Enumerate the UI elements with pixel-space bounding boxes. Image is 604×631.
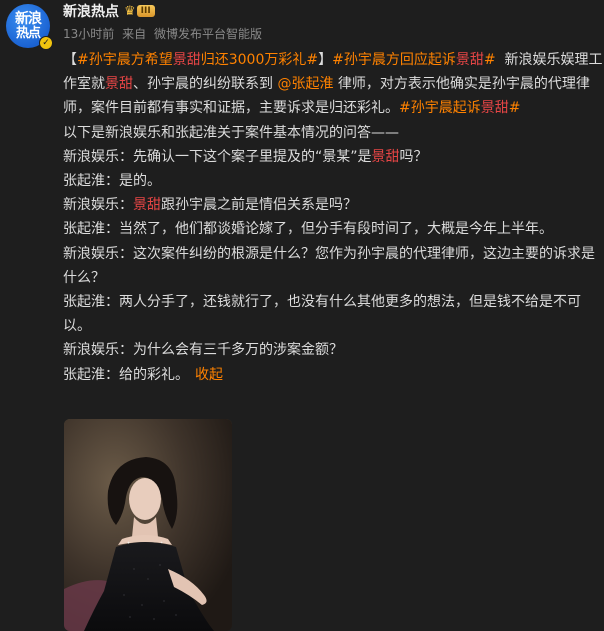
body-text: 、孙宇晨的纠纷联系到 [133, 76, 273, 93]
post-time[interactable]: 13小时前 [63, 27, 114, 41]
keyword-highlight: 景甜 [480, 100, 509, 117]
avatar-text-2: 热点 [15, 26, 41, 41]
body-text: 新浪娱乐：先确认一下这个案子里提及的“景某”是 [63, 148, 372, 165]
qa-answer-1: 张起淮：是的。 [63, 173, 161, 190]
body-text: 张起淮：给的彩礼。 [63, 366, 189, 383]
body-text: 跟孙宇晨之前是情侣关系是吗？ [161, 197, 357, 214]
qa-answer-4: 张起淮：给的彩礼。 收起 [63, 363, 603, 387]
topic-tag-text: # [483, 52, 496, 68]
bracket-open: 【 [63, 52, 77, 68]
keyword-highlight: 景甜 [455, 52, 484, 68]
post-image-illustration [64, 419, 232, 631]
keyword-highlight[interactable]: 景甜 [372, 149, 400, 165]
topic-tag-text: #孙宇晨起诉 [399, 100, 481, 117]
topic-tag-3[interactable]: #孙宇晨起诉景甜# [399, 100, 520, 116]
topic-tag-text: # [508, 100, 521, 117]
topic-tag-text: 归还3000万彩礼# [200, 52, 319, 68]
avatar-text-1: 新浪 [15, 11, 42, 27]
bracket-close: 】 [318, 52, 333, 68]
username[interactable]: 新浪热点 [63, 1, 119, 21]
topic-tag-1[interactable]: #孙宇晨方希望景甜归还3000万彩礼# [77, 52, 318, 68]
keyword-highlight[interactable]: 景甜 [105, 76, 133, 92]
source-prefix: 来自 [122, 27, 147, 41]
intro-line: 以下是新浪娱乐和张起淮关于案件基本情况的问答—— [63, 124, 399, 141]
author-row: 新浪热点 ♛ III [63, 2, 155, 20]
topic-tag-text: #孙宇晨方回应起诉 [332, 52, 456, 68]
qa-question-2: 新浪娱乐：景甜跟孙宇晨之前是情侣关系是吗？ [63, 193, 603, 217]
qa-question-1: 新浪娱乐：先确认一下这个案子里提及的“景某”是景甜吗？ [63, 145, 603, 169]
qa-answer-2: 张起淮：当然了，他们都谈婚论嫁了，但分手有段时间了，大概是今年上半年。 [63, 221, 553, 238]
post-image[interactable] [64, 419, 232, 631]
mention-link[interactable]: @张起淮 [277, 76, 333, 92]
topic-tag-text: #孙宇晨方希望 [77, 52, 173, 68]
body-text: 吗？ [399, 148, 428, 165]
verified-icon: ✓ [39, 36, 53, 50]
body-text: 新浪娱乐： [63, 197, 133, 214]
keyword-highlight[interactable]: 景甜 [133, 197, 161, 213]
crown-icon: ♛ [124, 3, 136, 19]
topic-tag-2[interactable]: #孙宇晨方回应起诉景甜# [332, 52, 495, 68]
post-meta: 13小时前 来自 微博发布平台智能版 [63, 25, 266, 42]
post-content: 【#孙宇晨方希望景甜归还3000万彩礼#】#孙宇晨方回应起诉景甜# 新浪娱乐娱理… [63, 48, 603, 387]
qa-question-4: 新浪娱乐：为什么会有三千多万的涉案金额？ [63, 342, 343, 359]
collapse-link[interactable]: 收起 [195, 367, 223, 383]
post-paragraph-1: 【#孙宇晨方希望景甜归还3000万彩礼#】#孙宇晨方回应起诉景甜# 新浪娱乐娱理… [63, 48, 603, 121]
post-source: 微博发布平台智能版 [153, 27, 262, 41]
qa-answer-3: 张起淮：两人分手了，还钱就行了，也没有什么其他更多的想法，但是钱不给是不可以。 [63, 294, 581, 335]
keyword-highlight: 景甜 [172, 52, 201, 68]
qa-question-3: 新浪娱乐：这次案件纠纷的根源是什么？您作为孙宇晨的代理律师，这边主要的诉求是什么… [63, 245, 595, 286]
level-badge: III [136, 5, 155, 17]
